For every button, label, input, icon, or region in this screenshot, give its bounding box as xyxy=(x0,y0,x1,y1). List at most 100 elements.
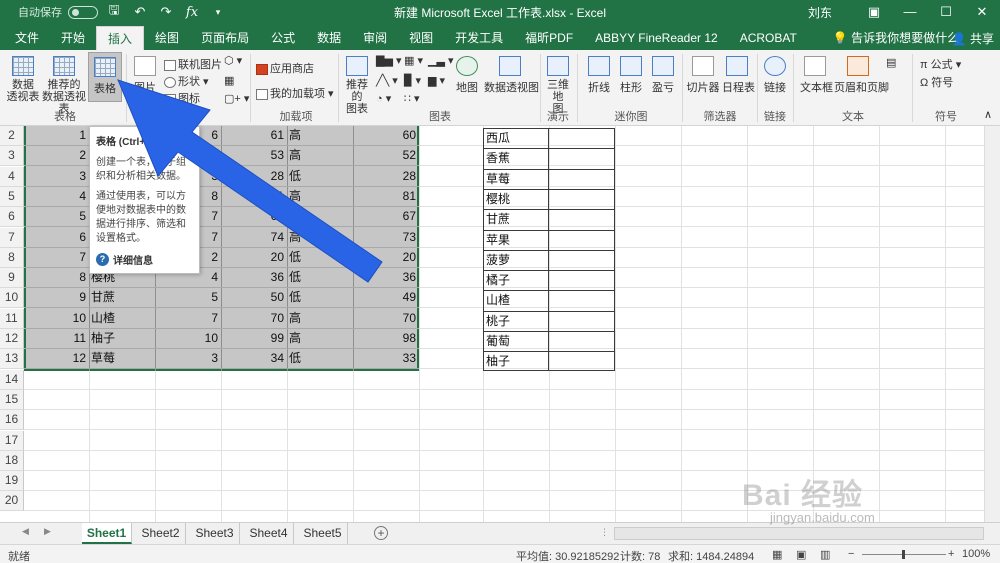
table-cell[interactable]: 73 xyxy=(353,228,419,247)
sheet-tab-5[interactable]: Sheet5 xyxy=(298,523,348,544)
undo-icon[interactable]: ↶ xyxy=(130,4,150,20)
table-cell[interactable]: 6 xyxy=(24,228,89,247)
zoom-out-icon[interactable]: − xyxy=(848,548,854,560)
hierarchy-chart-icon[interactable]: ▦ ▾ xyxy=(404,54,423,67)
table-cell[interactable]: 山楂 xyxy=(89,309,155,328)
table-cell[interactable]: 5 xyxy=(155,288,221,307)
row-header[interactable]: 11 xyxy=(0,309,24,329)
table-cell[interactable]: 53 xyxy=(221,146,287,165)
table-cell[interactable]: 67 xyxy=(221,207,287,226)
table-cell[interactable]: 20 xyxy=(353,248,419,267)
screenshot-icon[interactable]: ▢+ ▾ xyxy=(224,92,249,105)
table-button[interactable]: 表格 xyxy=(88,52,122,102)
zoom-level[interactable]: 100% xyxy=(962,548,990,560)
row-header[interactable]: 8 xyxy=(0,248,24,268)
customize-qat-icon[interactable]: ▾ xyxy=(208,7,228,18)
fruit-list-item[interactable]: 樱桃 xyxy=(484,190,546,209)
table-cell[interactable]: 低 xyxy=(287,167,353,186)
next-sheet-icon[interactable]: ▶ xyxy=(44,526,51,537)
table-cell[interactable]: 10 xyxy=(155,329,221,348)
bar-chart-icon[interactable]: ▁▃ ▾ xyxy=(428,54,454,67)
tab-developer[interactable]: 开发工具 xyxy=(444,26,514,50)
tab-abbyy[interactable]: ABBYY FineReader 12 xyxy=(584,26,729,50)
row-header[interactable]: 18 xyxy=(0,451,24,471)
3d-map-button[interactable]: 三维地 图 xyxy=(543,56,573,115)
maps-button[interactable]: 地图 xyxy=(456,56,478,95)
table-cell[interactable]: 3 xyxy=(155,349,221,368)
line-chart-icon[interactable]: ╱╲ ▾ xyxy=(376,74,398,87)
equation-button[interactable]: π 公式 ▾ xyxy=(920,56,961,72)
table-cell[interactable]: 低 xyxy=(287,349,353,368)
horizontal-scrollbar[interactable] xyxy=(614,527,984,540)
table-cell[interactable]: 草莓 xyxy=(89,349,155,368)
fruit-list-item[interactable]: 草莓 xyxy=(484,170,546,189)
sparkline-winloss-button[interactable]: 盈亏 xyxy=(650,56,676,95)
tab-file[interactable]: 文件 xyxy=(4,26,50,50)
timeline-button[interactable]: 日程表 xyxy=(722,56,755,95)
row-header[interactable]: 13 xyxy=(0,349,24,369)
function-icon[interactable]: fx xyxy=(182,5,202,20)
textbox-button[interactable]: 文本框 xyxy=(800,56,833,95)
text-more-icon[interactable]: ▤ xyxy=(886,56,896,69)
row-header[interactable]: 19 xyxy=(0,471,24,491)
table-cell[interactable]: 7 xyxy=(24,248,89,267)
table-cell[interactable]: 4 xyxy=(24,187,89,206)
add-sheet-icon[interactable]: + xyxy=(374,526,388,540)
table-cell[interactable]: 高 xyxy=(287,187,353,206)
tab-view[interactable]: 视图 xyxy=(398,26,444,50)
table-cell[interactable]: 3 xyxy=(24,167,89,186)
table-cell[interactable]: 低 xyxy=(287,288,353,307)
fruit-list-item[interactable]: 菠萝 xyxy=(484,251,546,270)
fruit-list-item[interactable]: 西瓜 xyxy=(484,129,546,148)
store-button[interactable]: 应用商店 xyxy=(256,60,314,76)
sparkline-line-button[interactable]: 折线 xyxy=(586,56,612,95)
table-cell[interactable]: 高 xyxy=(287,126,353,145)
table-cell[interactable]: 36 xyxy=(353,268,419,287)
table-cell[interactable]: 高 xyxy=(287,146,353,165)
table-cell[interactable]: 高 xyxy=(287,228,353,247)
zoom-in-icon[interactable]: + xyxy=(948,548,954,560)
tab-page-layout[interactable]: 页面布局 xyxy=(190,26,260,50)
prev-sheet-icon[interactable]: ◀ xyxy=(22,526,29,537)
tell-me-box[interactable]: 💡 告诉我你想要做什么 xyxy=(822,26,970,50)
fruit-list-range[interactable]: 西瓜 香蕉 草莓 樱桃 甘蔗 苹果 菠萝 橘子 山楂 桃子 葡萄 柚子 xyxy=(483,128,615,371)
fruit-list-item[interactable]: 苹果 xyxy=(484,231,546,250)
pivot-table-button[interactable]: 数据 透视表 xyxy=(6,56,40,103)
table-cell[interactable]: 50 xyxy=(221,288,287,307)
sheet-tab-2[interactable]: Sheet2 xyxy=(136,523,186,544)
table-cell[interactable]: 11 xyxy=(24,329,89,348)
shapes-button[interactable]: 形状 ▾ xyxy=(164,73,209,89)
table-cell[interactable]: 低 xyxy=(287,268,353,287)
page-layout-view-icon[interactable]: ▣ xyxy=(796,548,806,561)
tab-data[interactable]: 数据 xyxy=(306,26,352,50)
fruit-list-item[interactable]: 柚子 xyxy=(484,352,546,371)
table-cell[interactable]: 2 xyxy=(24,146,89,165)
table-cell[interactable]: 70 xyxy=(353,309,419,328)
tab-insert[interactable]: 插入 xyxy=(96,26,145,50)
table-cell[interactable]: 81 xyxy=(221,187,287,206)
redo-icon[interactable]: ↷ xyxy=(156,4,176,20)
user-name[interactable]: 刘东 xyxy=(808,4,832,21)
online-picture-button[interactable]: 联机图片 xyxy=(164,56,222,72)
row-header[interactable]: 4 xyxy=(0,167,24,187)
tab-foxit-pdf[interactable]: 福昕PDF xyxy=(514,26,584,50)
row-header[interactable]: 10 xyxy=(0,288,24,308)
row-header[interactable]: 2 xyxy=(0,126,24,146)
maximize-icon[interactable]: ☐ xyxy=(928,0,964,24)
picture-button[interactable]: 图片 xyxy=(130,56,160,95)
table-cell[interactable]: 60 xyxy=(353,126,419,145)
table-cell[interactable]: 9 xyxy=(24,288,89,307)
tab-acrobat[interactable]: ACROBAT xyxy=(729,26,808,50)
table-cell[interactable]: 20 xyxy=(221,248,287,267)
tab-draw[interactable]: 绘图 xyxy=(144,26,190,50)
slicer-button[interactable]: 切片器 xyxy=(686,56,720,95)
column-chart-icon[interactable]: ▇▅ ▾ xyxy=(376,54,402,67)
save-icon[interactable]: 🖫 xyxy=(104,1,124,23)
table-cell[interactable]: 柚子 xyxy=(89,329,155,348)
share-button[interactable]: 👤 共享 xyxy=(952,30,994,47)
recommended-pivot-button[interactable]: 推荐的 数据透视表 xyxy=(38,56,90,115)
normal-view-icon[interactable]: ▦ xyxy=(772,548,782,561)
fruit-list-item[interactable]: 橘子 xyxy=(484,271,546,290)
table-cell[interactable]: 98 xyxy=(353,329,419,348)
fruit-list-item[interactable]: 山楂 xyxy=(484,291,546,310)
